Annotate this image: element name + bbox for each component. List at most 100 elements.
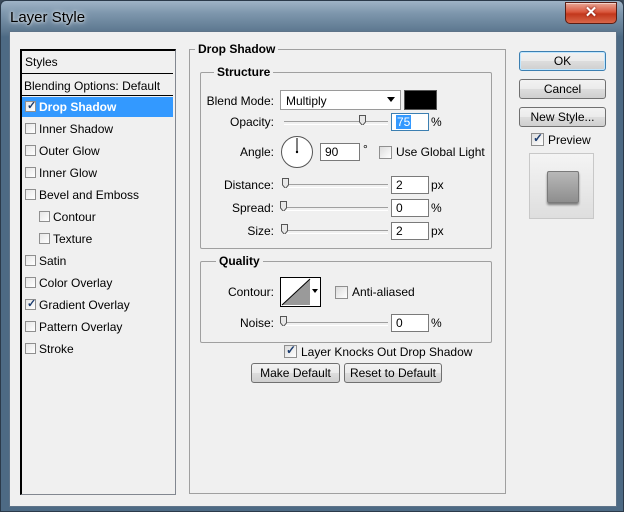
preview-label: Preview	[548, 133, 591, 147]
angle-dial[interactable]	[280, 135, 314, 169]
style-item-color-overlay[interactable]: Color Overlay	[22, 273, 173, 293]
style-item-checkbox[interactable]	[25, 167, 36, 178]
blend-mode-select[interactable]: Multiply	[280, 90, 401, 110]
opacity-unit: %	[431, 115, 442, 129]
angle-label: Angle:	[239, 145, 274, 159]
drop-shadow-title: Drop Shadow	[195, 42, 279, 56]
style-item-label: Inner Shadow	[39, 122, 114, 136]
style-item-pattern-overlay[interactable]: Pattern Overlay	[22, 317, 173, 337]
style-item-checkbox[interactable]	[25, 343, 36, 354]
checkmark-icon: ✓	[27, 298, 37, 310]
angle-unit: °	[363, 142, 368, 156]
style-item-stroke[interactable]: Stroke	[22, 339, 173, 359]
style-preview-swatch	[547, 171, 579, 203]
style-item-gradient-overlay[interactable]: ✓ Gradient Overlay	[22, 295, 173, 315]
contour-preview-icon	[281, 278, 311, 306]
style-item-checkbox[interactable]: ✓	[25, 100, 37, 112]
spread-input[interactable]: 0	[391, 199, 429, 217]
dialog-client: Styles Blending Options: Default ✓ Drop S…	[9, 31, 617, 507]
window-title: Layer Style	[10, 9, 86, 26]
style-item-texture[interactable]: Texture	[22, 229, 173, 249]
checkmark-icon: ✓	[27, 100, 37, 112]
size-label: Size:	[247, 224, 274, 238]
style-preview-box	[529, 153, 594, 219]
angle-input[interactable]: 90	[320, 143, 360, 161]
noise-slider-thumb[interactable]	[280, 316, 287, 326]
size-slider-thumb[interactable]	[281, 224, 288, 234]
style-item-outer-glow[interactable]: Outer Glow	[22, 141, 173, 161]
noise-input[interactable]: 0	[391, 314, 429, 332]
close-button[interactable]: ✕	[565, 2, 617, 24]
style-item-checkbox[interactable]	[39, 211, 50, 222]
noise-label: Noise:	[239, 316, 274, 330]
shadow-color-swatch[interactable]	[404, 90, 437, 110]
style-item-checkbox[interactable]	[25, 255, 36, 266]
use-global-light-checkbox[interactable]	[379, 146, 392, 159]
opacity-label: Opacity:	[229, 115, 274, 129]
cancel-button[interactable]: Cancel	[519, 79, 606, 99]
style-item-checkbox[interactable]	[25, 277, 36, 288]
make-default-button[interactable]: Make Default	[251, 363, 340, 383]
chevron-down-icon	[387, 97, 395, 102]
quality-fieldset	[200, 261, 492, 343]
style-item-checkbox[interactable]	[25, 145, 36, 156]
opacity-slider[interactable]	[284, 121, 388, 125]
checkmark-icon: ✓	[533, 131, 544, 145]
distance-input[interactable]: 2	[391, 176, 429, 194]
style-item-label: Color Overlay	[39, 276, 113, 290]
style-item-label: Inner Glow	[39, 166, 98, 180]
noise-unit: %	[431, 316, 442, 330]
contour-picker[interactable]	[280, 277, 321, 307]
reset-to-default-button[interactable]: Reset to Default	[344, 363, 442, 383]
style-item-checkbox[interactable]	[25, 321, 36, 332]
opacity-value: 75	[396, 115, 412, 129]
spread-label: Spread:	[231, 201, 274, 215]
new-style-button[interactable]: New Style...	[519, 107, 606, 127]
checkmark-icon: ✓	[286, 343, 297, 357]
quality-title: Quality	[216, 254, 263, 268]
style-item-drop-shadow[interactable]: ✓ Drop Shadow	[22, 97, 173, 117]
blend-mode-value: Multiply	[286, 94, 327, 108]
blending-options-label: Blending Options: Default	[24, 79, 161, 93]
style-item-checkbox[interactable]	[25, 189, 36, 200]
style-item-label: Texture	[53, 232, 93, 246]
anti-aliased-checkbox[interactable]	[335, 286, 348, 299]
layer-knocks-out-checkbox[interactable]: ✓	[284, 343, 297, 358]
style-item-label: Contour	[53, 210, 96, 224]
structure-title: Structure	[214, 65, 274, 79]
spread-slider-thumb[interactable]	[280, 201, 287, 211]
distance-unit: px	[431, 178, 444, 192]
ok-button[interactable]: OK	[519, 51, 606, 71]
style-item-satin[interactable]: Satin	[22, 251, 173, 271]
style-item-checkbox[interactable]	[39, 233, 50, 244]
size-unit: px	[431, 224, 444, 238]
spread-slider[interactable]	[284, 207, 388, 211]
style-item-label: Bevel and Emboss	[39, 188, 140, 202]
anti-aliased-label: Anti-aliased	[352, 285, 415, 299]
chevron-down-icon	[312, 289, 318, 293]
preview-checkbox[interactable]: ✓	[531, 131, 544, 146]
distance-slider[interactable]	[284, 184, 388, 188]
blending-options-item[interactable]: Blending Options: Default	[22, 75, 173, 96]
styles-header-label: Styles	[25, 55, 58, 69]
style-item-contour[interactable]: Contour	[22, 207, 173, 227]
style-item-checkbox[interactable]: ✓	[25, 298, 37, 310]
contour-label: Contour:	[227, 285, 274, 299]
opacity-input[interactable]: 75	[391, 113, 429, 131]
styles-header[interactable]: Styles	[22, 51, 173, 74]
style-item-inner-shadow[interactable]: Inner Shadow	[22, 119, 173, 139]
size-input[interactable]: 2	[391, 222, 429, 240]
blend-mode-label: Blend Mode:	[206, 94, 274, 108]
style-item-label: Stroke	[39, 342, 74, 356]
noise-slider[interactable]	[284, 322, 388, 326]
style-item-inner-glow[interactable]: Inner Glow	[22, 163, 173, 183]
size-slider[interactable]	[284, 230, 388, 234]
layer-style-window: Layer Style ✕ Styles Blending Options: D…	[0, 0, 624, 512]
style-item-label: Gradient Overlay	[39, 298, 130, 312]
style-item-checkbox[interactable]	[25, 123, 36, 134]
spread-unit: %	[431, 201, 442, 215]
distance-slider-thumb[interactable]	[282, 178, 289, 188]
distance-label: Distance:	[223, 178, 274, 192]
opacity-slider-thumb[interactable]	[359, 115, 366, 125]
style-item-bevel-and-emboss[interactable]: Bevel and Emboss	[22, 185, 173, 205]
